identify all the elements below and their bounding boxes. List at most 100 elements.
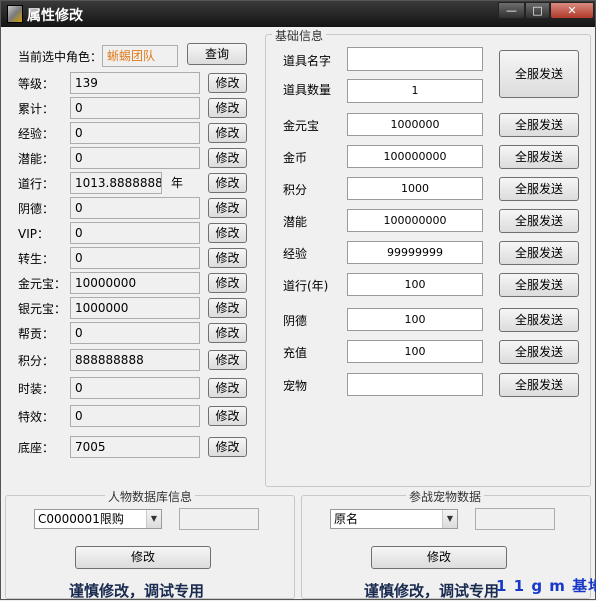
reward-value-input[interactable]: 100	[347, 308, 483, 331]
attribute-value-field[interactable]: 0	[70, 377, 200, 399]
reward-value-input[interactable]: 1000	[347, 177, 483, 200]
attribute-modify-button[interactable]: 修改	[208, 123, 247, 143]
send-all-server-button[interactable]: 全服发送	[499, 308, 579, 332]
attribute-value-field[interactable]: 7005	[70, 436, 200, 458]
attribute-label: 潜能：	[18, 152, 55, 166]
attribute-value-field[interactable]: 0	[70, 197, 200, 219]
attribute-modify-button[interactable]: 修改	[208, 406, 247, 426]
reward-label: 金币	[283, 151, 308, 165]
attribute-modify-button[interactable]: 修改	[208, 98, 247, 118]
attribute-unit-label: 年	[171, 176, 184, 190]
attribute-label: 时装：	[18, 382, 55, 396]
role-name-field[interactable]: 蜥蜴团队	[102, 45, 178, 67]
attribute-modify-button[interactable]: 修改	[208, 148, 247, 168]
item-count-label: 道具数量	[283, 83, 332, 97]
attribute-modify-button[interactable]: 修改	[208, 223, 247, 243]
attribute-modify-button[interactable]: 修改	[208, 298, 247, 318]
attribute-label: 底座：	[18, 441, 55, 455]
item-name-input[interactable]	[347, 47, 483, 71]
query-button[interactable]: 查询	[187, 43, 247, 65]
attribute-value-field[interactable]: 139	[70, 72, 200, 94]
attribute-value-field[interactable]: 0	[70, 97, 200, 119]
attribute-modify-button[interactable]: 修改	[208, 173, 247, 193]
attribute-value-field[interactable]: 888888888	[70, 349, 200, 371]
attribute-label: 阴德：	[18, 202, 55, 216]
pet-data-warning: 谨慎修改，调试专用	[364, 582, 500, 600]
reward-value-input[interactable]	[347, 373, 483, 396]
reward-value-input[interactable]: 99999999	[347, 241, 483, 264]
reward-label: 经验	[283, 247, 308, 261]
item-count-input[interactable]: 1	[347, 79, 483, 103]
role-label: 当前选中角色：	[18, 50, 103, 64]
attribute-value-field[interactable]: 0	[70, 147, 200, 169]
reward-label: 充值	[283, 346, 308, 360]
attribute-value-field[interactable]: 0	[70, 222, 200, 244]
pet-data-title: 参战宠物数据	[406, 488, 485, 505]
attribute-value-field[interactable]: 1013.888888889	[70, 172, 162, 194]
reward-label: 宠物	[283, 379, 308, 393]
attribute-label: 帮贡：	[18, 327, 55, 341]
send-all-server-button[interactable]: 全服发送	[499, 241, 579, 265]
pet-data-modify-button[interactable]: 修改	[371, 546, 507, 569]
attribute-modify-button[interactable]: 修改	[208, 350, 247, 370]
attribute-label: 转生：	[18, 252, 55, 266]
attribute-modify-button[interactable]: 修改	[208, 198, 247, 218]
property-editor-window: 属性修改 — □ ✕ 当前选中角色： 蜥蜴团队 查询 等级： 139 修改 累计： 0 修…	[0, 0, 596, 600]
basic-info-title: 基础信息	[272, 27, 327, 44]
attribute-modify-button[interactable]: 修改	[208, 73, 247, 93]
attribute-label: 等级：	[18, 77, 55, 91]
character-db-select[interactable]: C0000001限购 ▼	[34, 509, 162, 529]
send-all-server-button[interactable]: 全服发送	[499, 113, 579, 137]
chevron-down-icon[interactable]: ▼	[146, 510, 161, 528]
attribute-label: 累计：	[18, 102, 55, 116]
character-db-input[interactable]	[179, 508, 259, 530]
character-db-select-value: C0000001限购	[38, 512, 124, 526]
attribute-value-field[interactable]: 1000000	[70, 297, 200, 319]
pet-data-select-value: 原名	[334, 512, 359, 526]
reward-value-input[interactable]: 100	[347, 340, 483, 363]
reward-label: 积分	[283, 183, 308, 197]
attribute-value-field[interactable]: 0	[70, 122, 200, 144]
reward-value-input[interactable]: 1000000	[347, 113, 483, 136]
send-item-all-server-button[interactable]: 全服发送	[499, 50, 579, 98]
title-bar[interactable]: 属性修改 — □ ✕	[1, 1, 595, 27]
reward-value-input[interactable]: 100000000	[347, 145, 483, 168]
attribute-modify-button[interactable]: 修改	[208, 323, 247, 343]
send-all-server-button[interactable]: 全服发送	[499, 145, 579, 169]
reward-label: 道行(年)	[283, 279, 329, 293]
close-button[interactable]: ✕	[550, 2, 594, 19]
attribute-label: 积分：	[18, 354, 55, 368]
chevron-down-icon[interactable]: ▼	[442, 510, 457, 528]
watermark-text: 1 1 g m 基地	[496, 577, 596, 595]
pet-data-select[interactable]: 原名 ▼	[330, 509, 458, 529]
attribute-value-field[interactable]: 10000000	[70, 272, 200, 294]
character-db-modify-button[interactable]: 修改	[75, 546, 211, 569]
attribute-label: 道行：	[18, 177, 55, 191]
send-all-server-button[interactable]: 全服发送	[499, 273, 579, 297]
attribute-modify-button[interactable]: 修改	[208, 248, 247, 268]
send-all-server-button[interactable]: 全服发送	[499, 373, 579, 397]
item-name-label: 道具名字	[283, 54, 332, 68]
maximize-button[interactable]: □	[525, 2, 550, 19]
reward-label: 金元宝	[283, 119, 320, 133]
pet-data-input[interactable]	[475, 508, 555, 530]
send-all-server-button[interactable]: 全服发送	[499, 340, 579, 364]
attribute-value-field[interactable]: 0	[70, 405, 200, 427]
attribute-modify-button[interactable]: 修改	[208, 378, 247, 398]
attribute-label: VIP：	[18, 227, 49, 241]
send-all-server-button[interactable]: 全服发送	[499, 209, 579, 233]
app-icon	[7, 5, 23, 23]
character-db-title: 人物数据库信息	[105, 488, 196, 505]
attribute-label: 经验：	[18, 127, 55, 141]
send-all-server-button[interactable]: 全服发送	[499, 177, 579, 201]
minimize-button[interactable]: —	[498, 2, 525, 19]
reward-value-input[interactable]: 100000000	[347, 209, 483, 232]
attribute-value-field[interactable]: 0	[70, 322, 200, 344]
attribute-label: 特效：	[18, 410, 55, 424]
attribute-value-field[interactable]: 0	[70, 247, 200, 269]
attribute-label: 银元宝：	[18, 302, 67, 316]
reward-value-input[interactable]: 100	[347, 273, 483, 296]
attribute-label: 金元宝：	[18, 277, 67, 291]
attribute-modify-button[interactable]: 修改	[208, 273, 247, 293]
attribute-modify-button[interactable]: 修改	[208, 437, 247, 457]
